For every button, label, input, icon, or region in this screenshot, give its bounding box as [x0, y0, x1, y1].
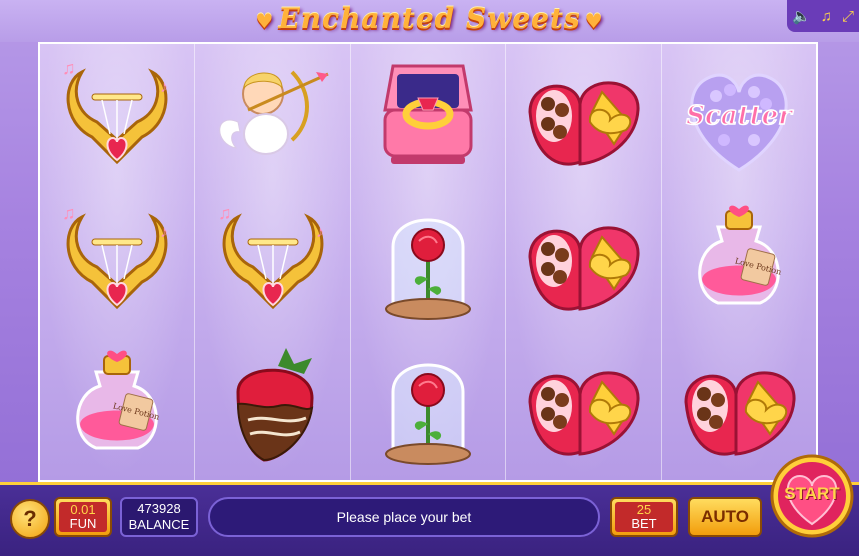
auto-button[interactable]: AUTO [688, 497, 762, 537]
top-controls: 🔈 ♫ ⤢ [787, 0, 859, 32]
reel-symbol-chocolate-box [506, 44, 660, 189]
rose-dome-icon [385, 218, 472, 320]
balance-display: 473928 BALANCE [120, 497, 198, 537]
ring-box-icon [383, 64, 473, 164]
cupid-icon [218, 70, 329, 155]
reel-symbol-love-potion: Love Potion [662, 189, 816, 334]
reel-symbol-scatter: Scatter [662, 44, 816, 189]
lyre-icon: ♫ ♪ [62, 203, 168, 310]
reel-symbol-lyre: ♫ ♪ [40, 189, 194, 334]
coin-label: FUN [69, 516, 97, 531]
coin-value: 0.01 [70, 502, 96, 517]
svg-text:♪: ♪ [160, 224, 168, 241]
bet-value: 25 [636, 502, 652, 517]
svg-text:♫: ♫ [62, 58, 76, 78]
message-bar: Please place your bet [208, 497, 600, 537]
love-potion-icon: Love Potion [76, 350, 160, 450]
chocolate-box-icon [528, 81, 640, 166]
svg-text:♪: ♪ [160, 79, 168, 96]
reel-symbol-rose-dome [351, 335, 505, 480]
header: ♥ Enchanted Sweets ♥ 🔈 ♫ ⤢ [0, 0, 859, 42]
game-title-text: Enchanted Sweets [278, 2, 581, 35]
svg-text:♫: ♫ [62, 203, 76, 223]
reel-symbol-love-potion: Love Potion [40, 335, 194, 480]
lyre-icon: ♫ ♪ [218, 203, 324, 310]
reel-symbol-ring-box [351, 44, 505, 189]
bet-label: BET [631, 516, 657, 531]
reel-symbol-chocolate-box [506, 335, 660, 480]
heart-icon: ♥ [255, 9, 275, 33]
reel-3 [350, 44, 507, 480]
svg-text:Scatter: Scatter [686, 101, 794, 131]
coin-value-button[interactable]: 0.01 FUN [54, 497, 112, 537]
game-title: ♥ Enchanted Sweets ♥ [0, 2, 859, 35]
love-potion-icon: Love Potion [698, 205, 782, 305]
balance-value: 473928 [137, 501, 181, 516]
reel-symbol-chocolate-box [506, 189, 660, 334]
reel-symbol-rose-dome [351, 189, 505, 334]
rose-dome-icon [385, 363, 472, 466]
reel-1: ♫ ♪ ♫ ♪ Love Potion [40, 44, 196, 480]
reel-symbol-chocolate-strawberry [195, 335, 349, 480]
reels-area: ♫ ♪ ♫ ♪ Love Potion ♫ ♪ Scatter Love Pot… [38, 42, 818, 482]
help-button[interactable]: ? [10, 499, 50, 539]
sound-icon[interactable]: 🔈 [792, 9, 811, 24]
music-icon[interactable]: ♫ [821, 9, 832, 24]
svg-text:♫: ♫ [218, 203, 232, 223]
svg-text:♪: ♪ [316, 224, 324, 241]
scatter-icon: Scatter [685, 73, 795, 172]
reel-2: ♫ ♪ [195, 44, 351, 480]
chocolate-box-icon [528, 371, 640, 456]
lyre-icon: ♫ ♪ [62, 58, 168, 164]
chocolate-box-icon [684, 371, 796, 456]
reel-symbol-lyre: ♫ ♪ [195, 189, 349, 334]
reel-4 [506, 44, 662, 480]
bet-button[interactable]: 25 BET [610, 497, 678, 537]
reel-symbol-chocolate-box [662, 335, 816, 480]
reel-symbol-lyre: ♫ ♪ [40, 44, 194, 189]
chocolate-box-icon [528, 226, 640, 311]
control-bar: ? 0.01 FUN 473928 BALANCE Please place y… [0, 482, 859, 556]
reel-symbol-cupid [195, 44, 349, 189]
heart-icon: ♥ [584, 9, 604, 33]
fullscreen-icon[interactable]: ⤢ [842, 9, 854, 24]
balance-label: BALANCE [128, 517, 190, 532]
reel-5: Scatter Love Potion [661, 44, 816, 480]
chocolate-strawberry-icon [236, 348, 314, 462]
